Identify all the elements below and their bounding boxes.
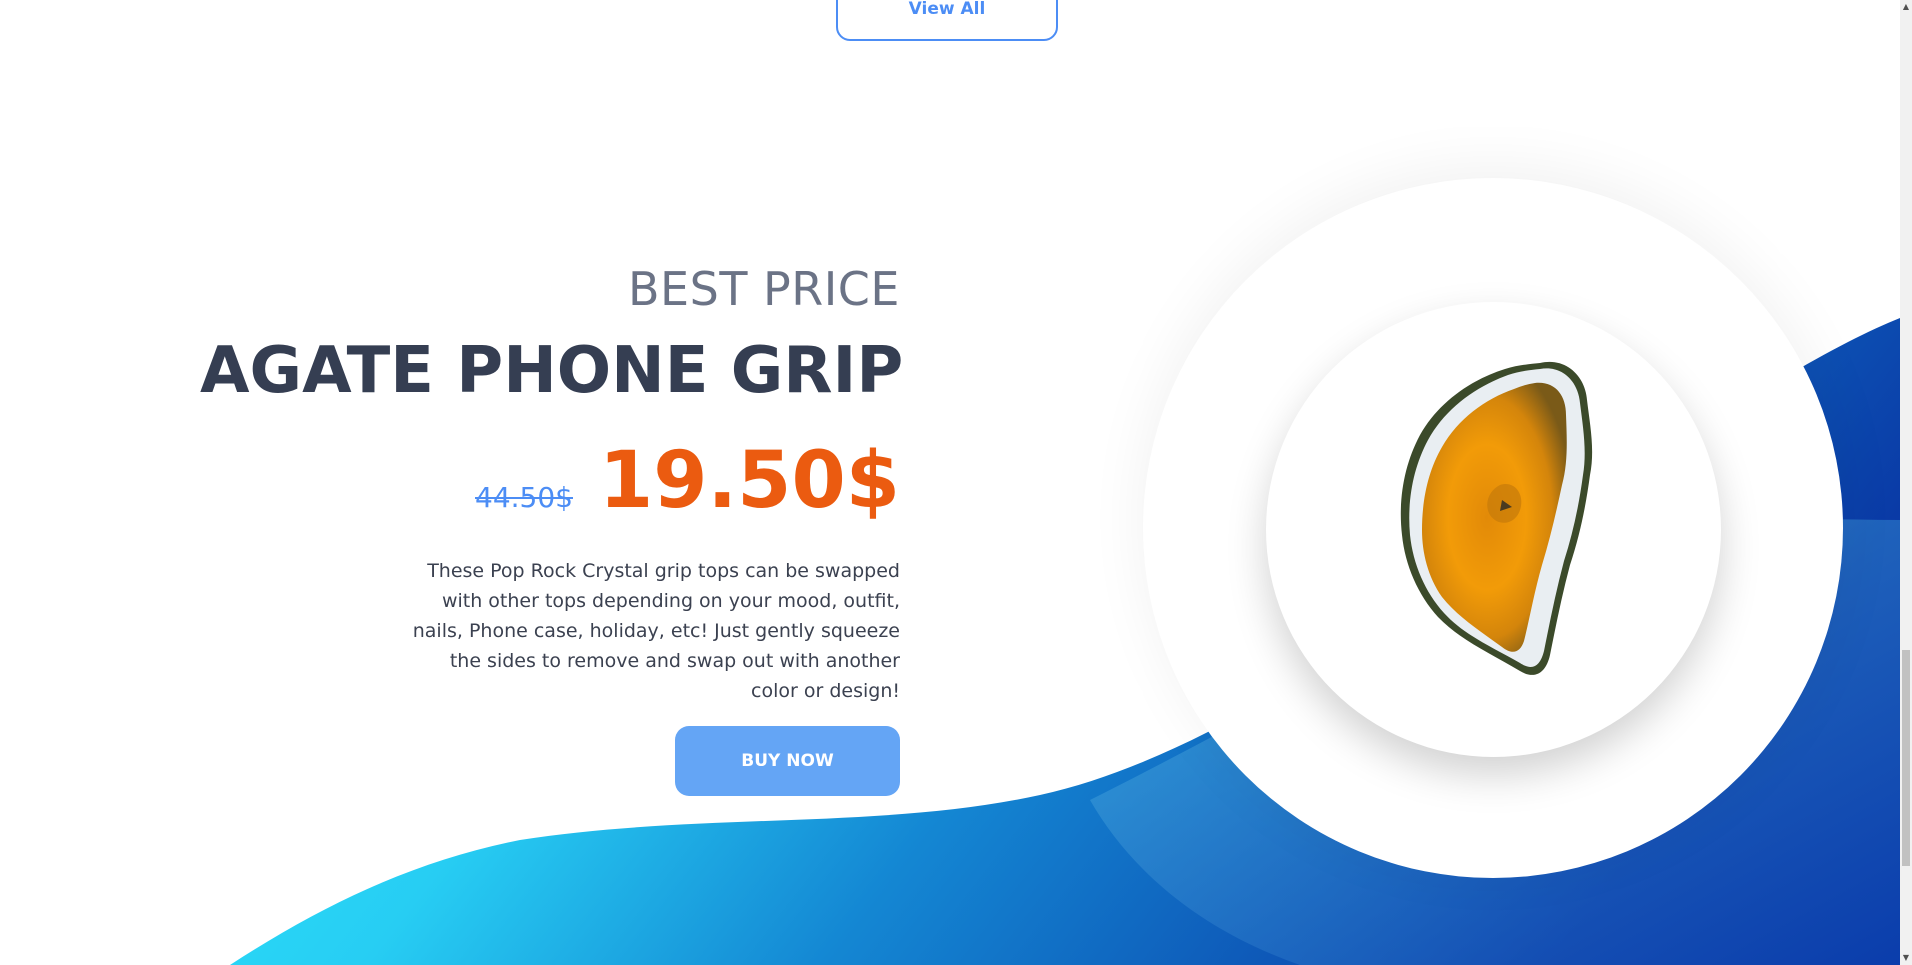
old-price: 44.50$: [475, 480, 573, 514]
promo-section: BEST PRICE AGATE PHONE GRIP 44.50$ 19.50…: [200, 262, 904, 796]
promo-eyebrow: BEST PRICE: [628, 262, 900, 316]
view-all-button[interactable]: View All: [836, 0, 1058, 41]
product-title: AGATE PHONE GRIP: [200, 334, 904, 409]
scroll-up-arrow-icon[interactable]: ▲: [1900, 0, 1912, 14]
agate-stone-image: [1400, 361, 1593, 675]
scrollbar-thumb[interactable]: [1902, 650, 1910, 866]
sale-price: 19.50$: [599, 435, 900, 526]
page-scrollbar[interactable]: ▲ ▼: [1900, 0, 1912, 965]
price-row: 44.50$ 19.50$: [200, 442, 900, 520]
product-description: These Pop Rock Crystal grip tops can be …: [412, 559, 900, 702]
scroll-down-arrow-icon[interactable]: ▼: [1900, 951, 1912, 965]
page: View All BEST PRICE AGATE PHONE GRIP 44.…: [0, 0, 1912, 965]
buy-now-button[interactable]: BUY NOW: [675, 725, 900, 796]
